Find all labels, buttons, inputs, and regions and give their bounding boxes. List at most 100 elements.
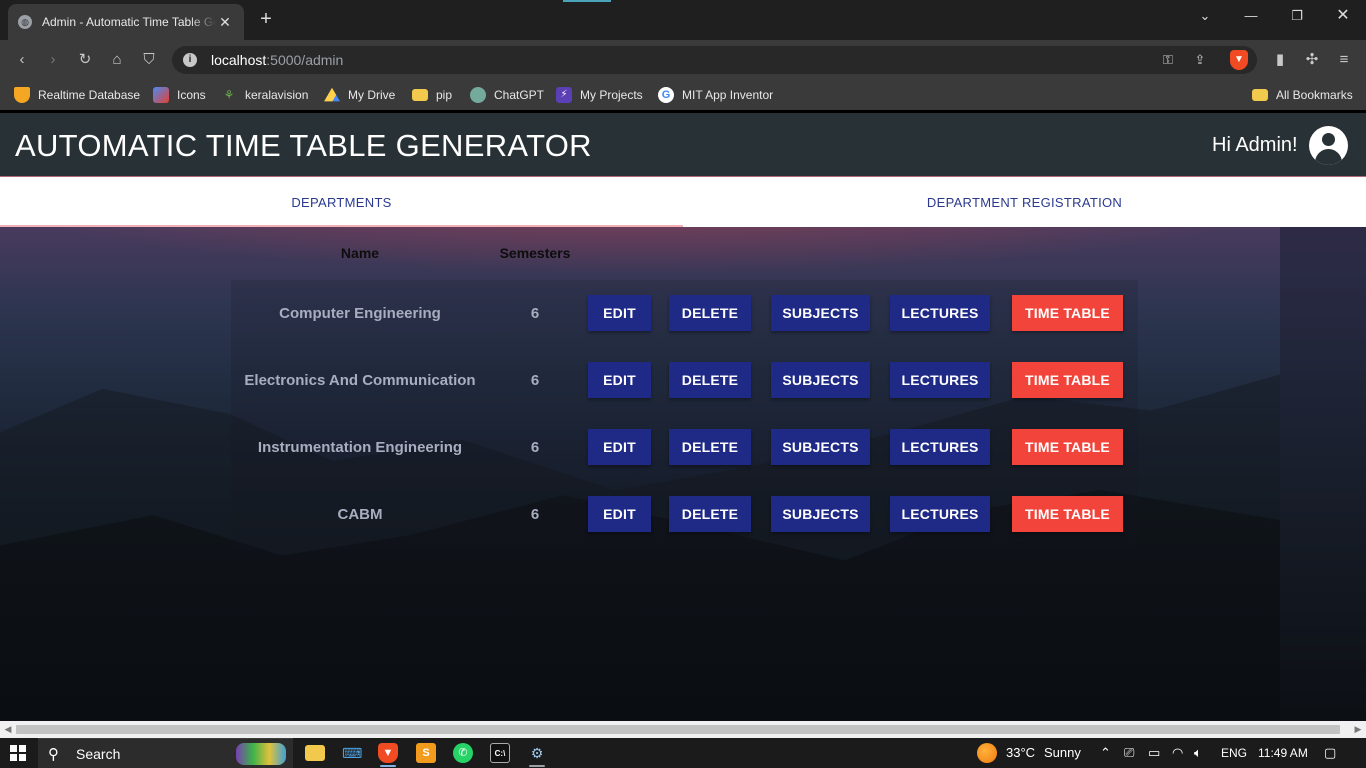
subjects-button[interactable]: SUBJECTS bbox=[771, 496, 870, 532]
back-arrow-icon[interactable]: ‹ bbox=[12, 50, 32, 70]
subjects-button[interactable]: SUBJECTS bbox=[771, 429, 870, 465]
edit-button[interactable]: EDIT bbox=[588, 295, 651, 331]
delete-button[interactable]: DELETE bbox=[669, 295, 751, 331]
time-table-button[interactable]: TIME TABLE bbox=[1012, 295, 1123, 331]
bookmark-icons[interactable]: Icons bbox=[153, 86, 206, 104]
app-icon[interactable]: ⚙ bbox=[527, 743, 547, 763]
sublime-text-icon[interactable]: S bbox=[416, 743, 436, 763]
site-info-icon[interactable]: i bbox=[183, 53, 197, 67]
volume-icon[interactable]: 🔈︎ bbox=[1194, 745, 1202, 761]
all-bookmarks-folder[interactable]: All Bookmarks bbox=[1252, 86, 1353, 104]
subjects-button[interactable]: SUBJECTS bbox=[771, 295, 870, 331]
edit-button[interactable]: EDIT bbox=[588, 496, 651, 532]
bookmark-pip[interactable]: pip bbox=[412, 86, 452, 104]
running-app-indicator bbox=[529, 765, 545, 767]
time-table-button[interactable]: TIME TABLE bbox=[1012, 496, 1123, 532]
whatsapp-icon[interactable]: ✆ bbox=[453, 743, 473, 763]
menu-icon[interactable]: ≡ bbox=[1334, 50, 1354, 70]
home-icon[interactable]: ⌂ bbox=[107, 50, 127, 70]
user-greeting: Hi Admin! bbox=[1212, 134, 1298, 156]
new-tab-button[interactable]: + bbox=[256, 9, 276, 29]
bookmark-my-projects[interactable]: ⚡ My Projects bbox=[556, 86, 643, 104]
bookmark-keralavision[interactable]: ⚘ keralavision bbox=[221, 86, 309, 104]
bookmarks-bar: Realtime Database Icons ⚘ keralavision M… bbox=[0, 80, 1366, 110]
firebase-icon bbox=[14, 87, 30, 103]
battery-icon[interactable]: ▭ bbox=[1148, 745, 1160, 761]
windows-start-icon[interactable] bbox=[10, 745, 26, 761]
time-table-button[interactable]: TIME TABLE bbox=[1012, 362, 1123, 398]
meet-now-icon[interactable]: ⎚ bbox=[1124, 745, 1134, 761]
extensions-icon[interactable]: ✣ bbox=[1302, 50, 1322, 70]
bookmark-mit-app-inventor[interactable]: G MIT App Inventor bbox=[658, 86, 773, 104]
department-semesters: 6 bbox=[530, 372, 540, 389]
bookmark-label: My Projects bbox=[580, 88, 643, 102]
edit-button[interactable]: EDIT bbox=[588, 362, 651, 398]
terminal-icon[interactable]: C:\ bbox=[490, 743, 510, 763]
share-icon[interactable]: ⇪ bbox=[1191, 51, 1209, 69]
subjects-button[interactable]: SUBJECTS bbox=[771, 362, 870, 398]
taskbar-search-placeholder: Search bbox=[76, 746, 121, 762]
file-explorer-icon[interactable] bbox=[305, 745, 325, 761]
close-tab-icon[interactable]: ✕ bbox=[216, 13, 234, 31]
brave-wallet-icon[interactable]: ▮ bbox=[1270, 50, 1290, 70]
department-semesters: 6 bbox=[530, 439, 540, 456]
weather-condition[interactable]: Sunny bbox=[1044, 745, 1081, 760]
lectures-button[interactable]: LECTURES bbox=[890, 362, 990, 398]
scroll-right-icon[interactable]: ▶ bbox=[1352, 723, 1364, 735]
bookmark-label: pip bbox=[436, 88, 453, 102]
key-icon[interactable]: ⚿ bbox=[1159, 51, 1177, 69]
url-host: localhost bbox=[211, 52, 267, 68]
input-language[interactable]: ENG bbox=[1221, 746, 1247, 760]
keyboard-app-icon[interactable]: ⌨ bbox=[342, 743, 362, 763]
minimize-window-icon[interactable]: — bbox=[1241, 6, 1261, 26]
delete-button[interactable]: DELETE bbox=[669, 429, 751, 465]
lectures-button[interactable]: LECTURES bbox=[890, 295, 990, 331]
delete-button[interactable]: DELETE bbox=[669, 362, 751, 398]
bookmark-label: Realtime Database bbox=[38, 88, 141, 102]
bookmark-label: MIT App Inventor bbox=[682, 88, 774, 102]
app-title: AUTOMATIC TIME TABLE GENERATOR bbox=[15, 128, 592, 163]
browser-tab-title: Admin - Automatic Time Table Generator bbox=[42, 15, 216, 29]
close-window-icon[interactable]: ✕ bbox=[1333, 6, 1353, 26]
tab-search-chevron-icon[interactable]: ⌄ bbox=[1195, 6, 1215, 26]
wifi-icon[interactable]: ◠ bbox=[1172, 745, 1183, 761]
scroll-left-icon[interactable]: ◀ bbox=[2, 723, 14, 735]
bookmark-realtime-database[interactable]: Realtime Database bbox=[14, 86, 140, 104]
bookmark-icon[interactable]: ⛉ bbox=[139, 50, 159, 70]
account-circle-icon[interactable] bbox=[1309, 126, 1348, 165]
delete-button[interactable]: DELETE bbox=[669, 496, 751, 532]
show-hidden-icons-chevron-icon[interactable]: ⌃ bbox=[1100, 745, 1111, 761]
department-name: Electronics And Communication bbox=[244, 372, 476, 389]
tabstrip-accent bbox=[563, 0, 611, 2]
search-icon: ⚲ bbox=[48, 746, 59, 763]
notification-center-icon[interactable]: ▢ bbox=[1324, 745, 1336, 761]
edit-button[interactable]: EDIT bbox=[588, 429, 651, 465]
taskbar-search-box[interactable]: ⚲ Search bbox=[38, 738, 293, 768]
lectures-button[interactable]: LECTURES bbox=[890, 429, 990, 465]
bookmark-my-drive[interactable]: My Drive bbox=[324, 86, 395, 104]
url-text[interactable]: localhost:5000/admin bbox=[211, 52, 343, 68]
browser-tab-active[interactable]: ◍ Admin - Automatic Time Table Generator… bbox=[8, 4, 244, 40]
weather-temperature[interactable]: 33°C bbox=[1006, 745, 1035, 760]
forward-arrow-icon[interactable]: › bbox=[43, 50, 63, 70]
active-app-indicator bbox=[380, 765, 396, 767]
folder-icon bbox=[1252, 89, 1268, 101]
reload-icon[interactable]: ↻ bbox=[75, 50, 95, 70]
projects-icon: ⚡ bbox=[556, 87, 572, 103]
brave-shields-icon[interactable]: ▼ bbox=[1230, 50, 1248, 70]
tab-departments[interactable]: DEPARTMENTS bbox=[0, 177, 683, 227]
tab-department-registration[interactable]: DEPARTMENT REGISTRATION bbox=[683, 177, 1366, 227]
department-name: Computer Engineering bbox=[279, 305, 441, 322]
scrollbar-thumb[interactable] bbox=[16, 725, 1340, 734]
taskbar-clock[interactable]: 11:49 AM bbox=[1258, 746, 1308, 760]
department-name: Instrumentation Engineering bbox=[257, 439, 463, 456]
bookmark-label: Icons bbox=[177, 88, 206, 102]
restore-window-icon[interactable]: ❐ bbox=[1287, 6, 1307, 26]
bookmark-chatgpt[interactable]: ChatGPT bbox=[470, 86, 544, 104]
time-table-button[interactable]: TIME TABLE bbox=[1012, 429, 1123, 465]
lectures-button[interactable]: LECTURES bbox=[890, 496, 990, 532]
horizontal-scrollbar[interactable]: ◀ ▶ bbox=[0, 721, 1366, 738]
address-bar[interactable]: i localhost:5000/admin ⚿ ⇪ bbox=[172, 46, 1257, 74]
chatgpt-icon bbox=[470, 87, 486, 103]
brave-browser-icon[interactable]: ▼ bbox=[378, 743, 398, 763]
